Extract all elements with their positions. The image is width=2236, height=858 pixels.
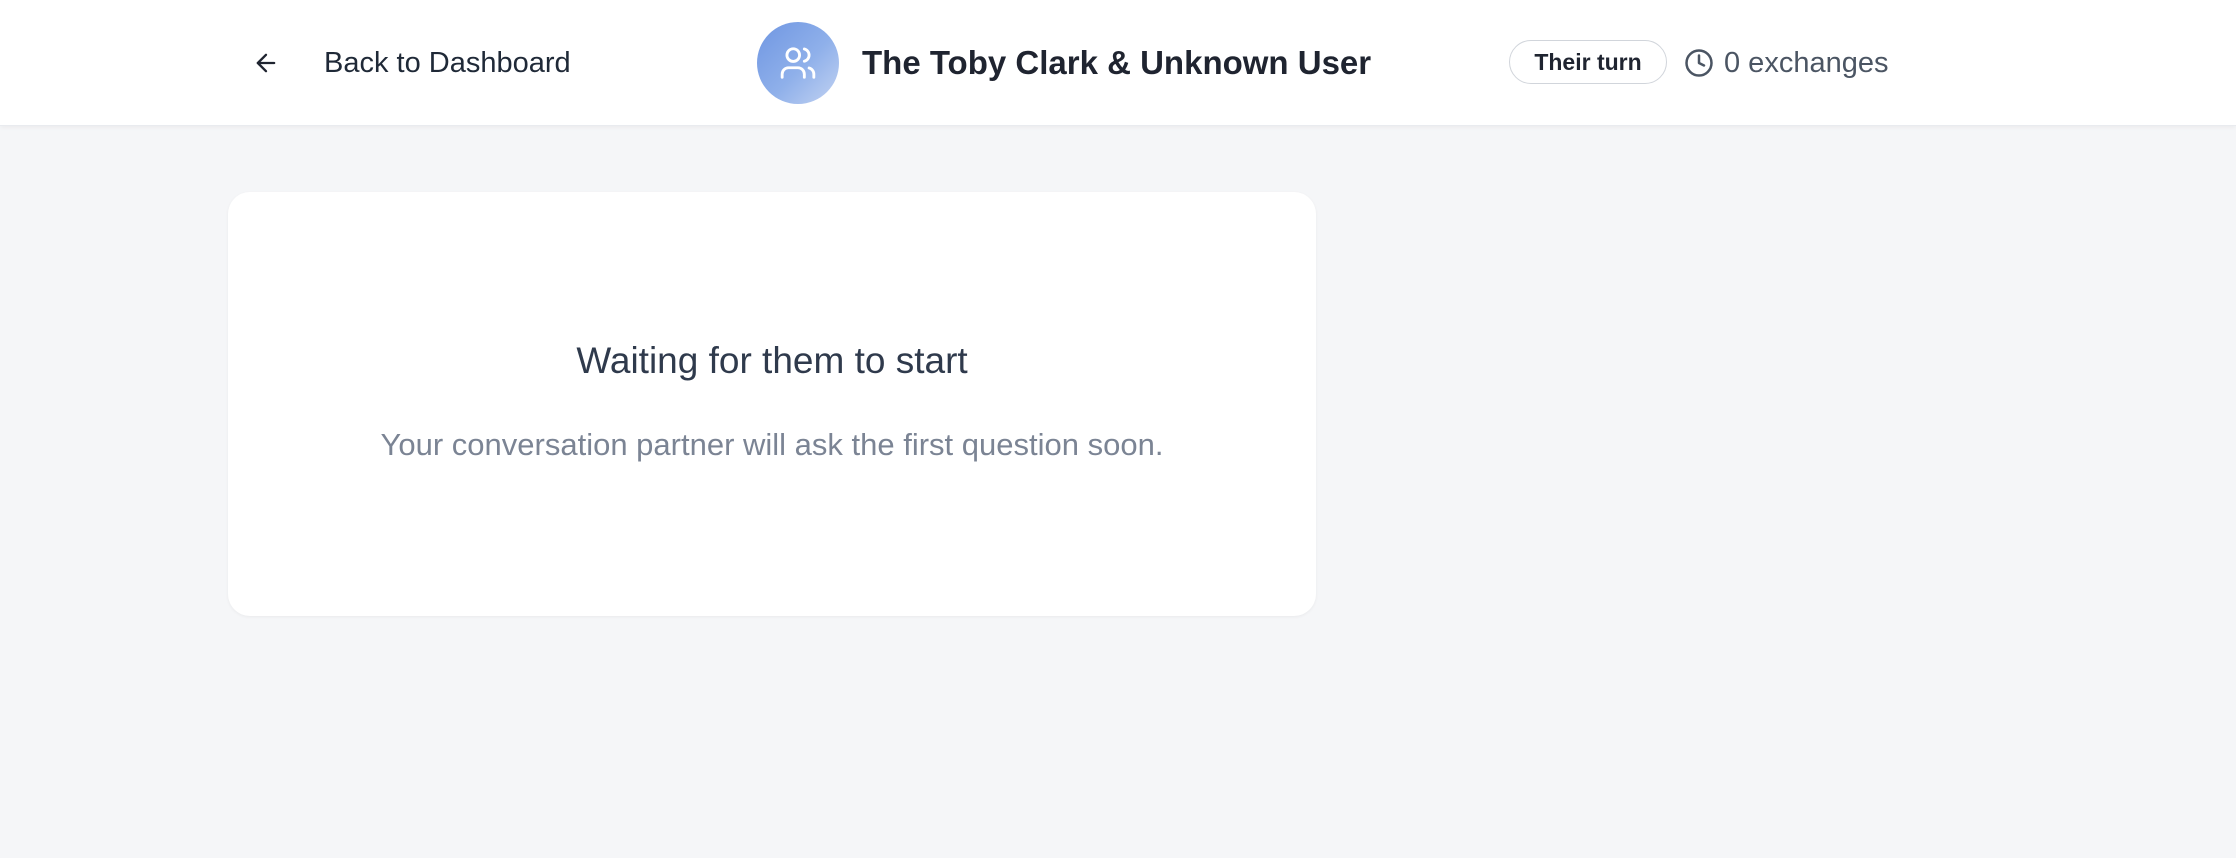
back-link-label: Back to Dashboard xyxy=(324,46,571,79)
conversation-title: The Toby Clark & Unknown User xyxy=(862,44,1372,81)
clock-icon xyxy=(1683,47,1715,79)
status-title: Waiting for them to start xyxy=(576,340,968,381)
exchanges-count: 0 exchanges xyxy=(1724,46,1889,79)
turn-status-badge: Their turn xyxy=(1509,40,1667,84)
arrow-left-icon xyxy=(250,47,282,79)
users-icon xyxy=(779,44,817,82)
back-to-dashboard-link[interactable]: Back to Dashboard xyxy=(250,40,571,86)
exchanges-counter: 0 exchanges xyxy=(1683,40,1888,86)
top-bar: Back to Dashboard The Toby Clark & Unkno… xyxy=(0,0,2236,126)
status-message: Your conversation partner will ask the f… xyxy=(380,427,1164,462)
waiting-status-card: Waiting for them to start Your conversat… xyxy=(228,192,1316,616)
conversation-avatar xyxy=(757,22,839,104)
